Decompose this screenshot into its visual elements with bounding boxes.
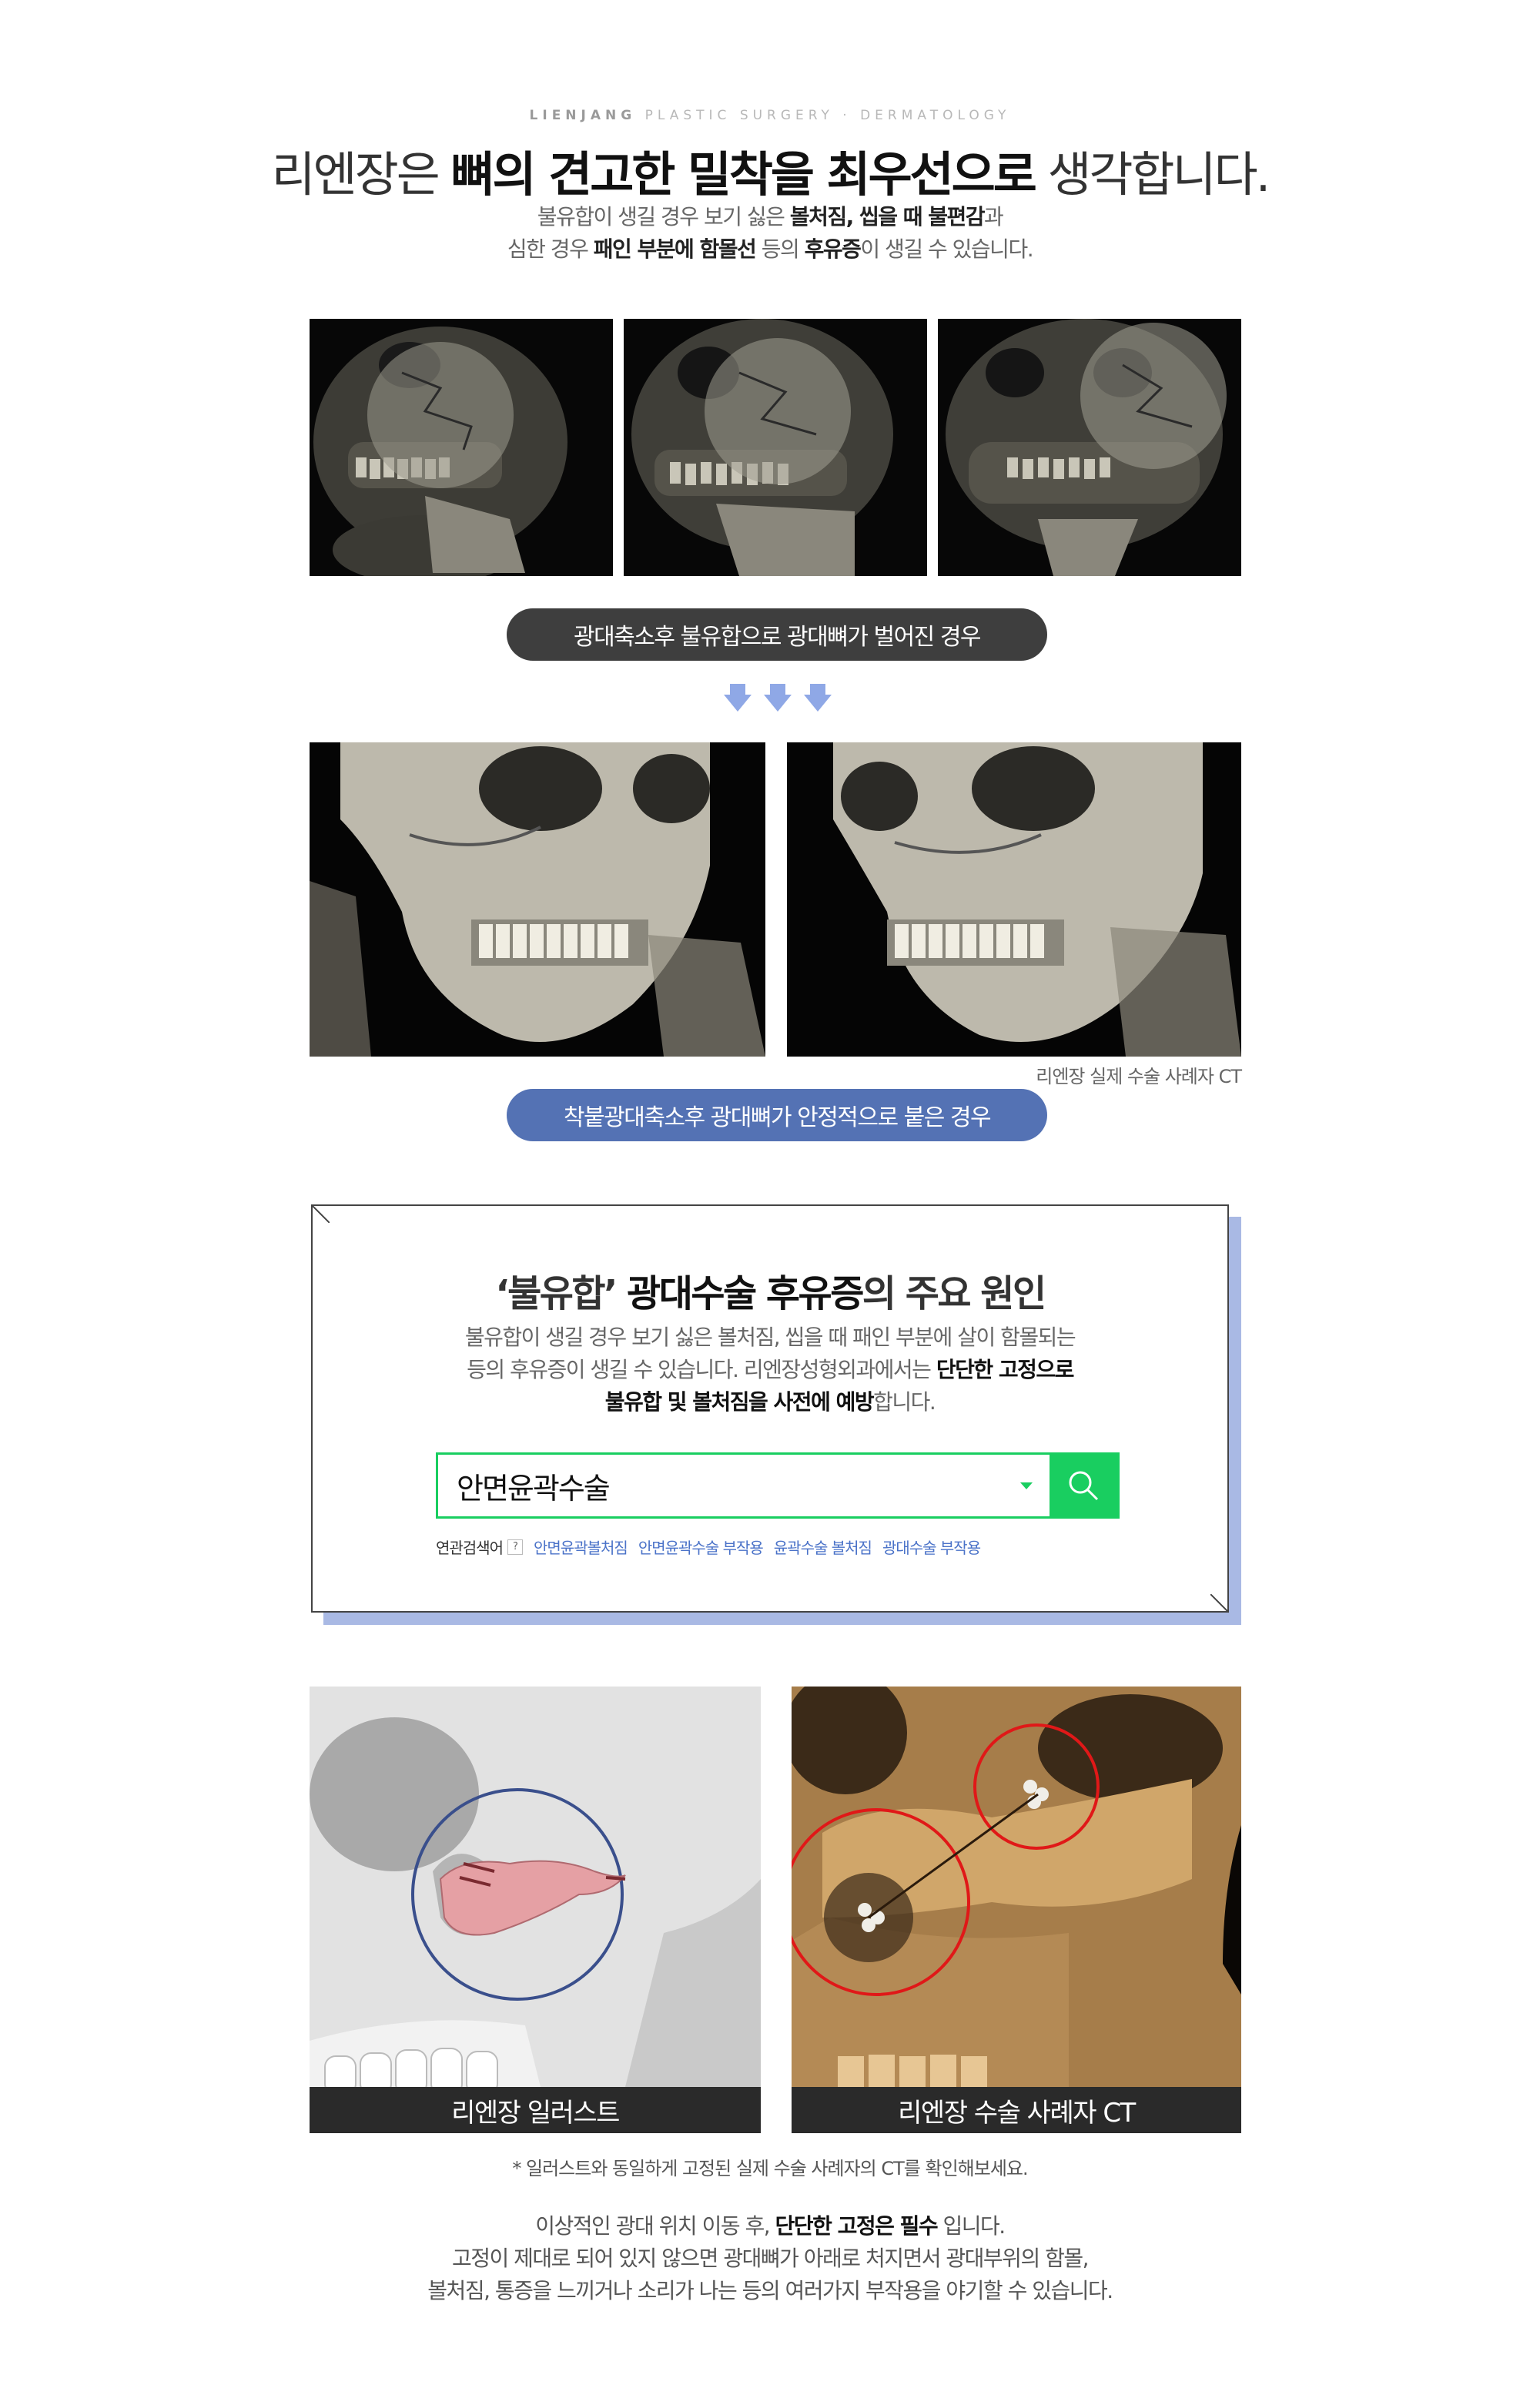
- related-keyword[interactable]: 광대수술 부작용: [882, 1536, 981, 1558]
- corner-mark-icon: [313, 1206, 330, 1223]
- related-keyword[interactable]: 안면윤곽볼처짐: [534, 1536, 628, 1558]
- search-bar: 안면윤곽수술: [436, 1452, 1120, 1519]
- down-arrows: [724, 684, 832, 715]
- ct-image-union-1: [310, 742, 765, 1057]
- search-icon: [1069, 1471, 1099, 1501]
- help-icon[interactable]: ?: [507, 1539, 523, 1555]
- dropdown-caret-icon[interactable]: [1020, 1482, 1033, 1489]
- page-headline: 리엔장은 뼈의 견고한 밀착을 최우선으로 생각합니다.: [271, 146, 1271, 203]
- related-keyword[interactable]: 윤곽수술 볼처짐: [774, 1536, 872, 1558]
- fixation-illustration: 리엔장 일러스트: [310, 1687, 761, 2133]
- intro-line-2: 심한 경우 패인 부분에 함몰선 등의 후유증이 생길 수 있습니다.: [507, 236, 1034, 262]
- related-searches: 연관검색어 ? 안면윤곽볼처짐 안면윤곽수술 부작용 윤곽수술 볼처짐 광대수술…: [436, 1536, 991, 1558]
- corner-mark-icon: [1210, 1594, 1227, 1611]
- arrow-down-icon: [764, 684, 792, 715]
- ct-image-union-2: [787, 742, 1241, 1057]
- illustration-caption: 리엔장 일러스트: [310, 2087, 761, 2133]
- fixation-ct-image: 리엔장 수술 사례자 CT: [792, 1687, 1241, 2133]
- ct-image-caption: 리엔장 실제 수술 사례자 CT: [1036, 1066, 1242, 1087]
- brand-eyebrow: LIENJANG PLASTIC SURGERY · DERMATOLOGY: [529, 108, 1011, 123]
- box-title: ‘불유합’ 광대수술 후유증의 주요 원인: [495, 1272, 1046, 1315]
- arrow-down-icon: [804, 684, 832, 715]
- footer-text: 이상적인 광대 위치 이동 후, 단단한 고정은 필수 입니다. 고정이 제대로…: [427, 2213, 1113, 2303]
- ct-image-nonunion-1: [310, 319, 613, 576]
- arrow-down-icon: [724, 684, 752, 715]
- box-description: 불유합이 생길 경우 보기 싫은 볼처짐, 씹을 때 패인 부분에 살이 함몰되…: [464, 1325, 1076, 1415]
- ct-image-nonunion-3: [938, 319, 1241, 576]
- related-searches-label: 연관검색어: [436, 1539, 504, 1557]
- search-input[interactable]: 안면윤곽수술: [438, 1455, 1050, 1516]
- ct-case-caption: 리엔장 수술 사례자 CT: [792, 2087, 1241, 2133]
- search-button[interactable]: [1050, 1455, 1117, 1516]
- nonunion-case-label: 광대축소후 불유합으로 광대뼈가 벌어진 경우: [507, 608, 1047, 661]
- related-keyword[interactable]: 안면윤곽수술 부작용: [638, 1536, 764, 1558]
- illustration-note: * 일러스트와 동일하게 고정된 실제 수술 사례자의 CT를 확인해보세요.: [512, 2158, 1028, 2179]
- ct-image-nonunion-2: [624, 319, 927, 576]
- union-case-label: 착붙광대축소후 광대뼈가 안정적으로 붙은 경우: [507, 1089, 1047, 1141]
- intro-line-1: 불유합이 생길 경우 보기 싫은 볼처짐, 씹을 때 불편감과: [537, 204, 1004, 229]
- nonunion-info-box: ‘불유합’ 광대수술 후유증의 주요 원인 불유합이 생길 경우 보기 싫은 볼…: [311, 1204, 1229, 1613]
